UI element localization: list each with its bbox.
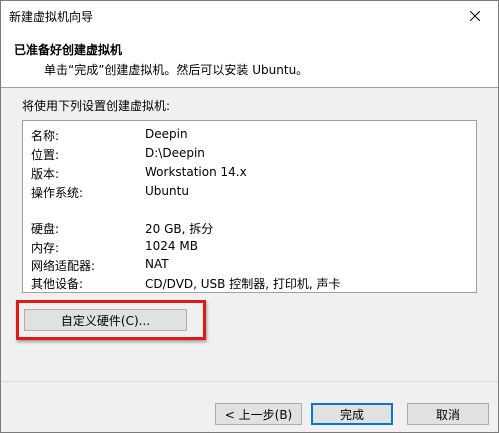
summary-key: 版本:: [31, 167, 60, 181]
summary-value: 1024 MB: [145, 239, 198, 253]
summary-value: NAT: [145, 257, 169, 271]
summary-key: 其他设备:: [31, 277, 84, 291]
summary-row-other-devices: 其他设备: CD/DVD, USB 控制器, 打印机, 声卡: [31, 275, 471, 293]
settings-summary-box: 名称: Deepin 位置: D:\Deepin 版本: Workstation…: [22, 120, 477, 293]
highlight-box: [16, 300, 206, 340]
summary-row-name: 名称: Deepin: [31, 127, 471, 145]
summary-row-network: 网络适配器: NAT: [31, 257, 471, 275]
close-button[interactable]: [452, 1, 498, 31]
summary-value: Ubuntu: [145, 184, 189, 198]
summary-row-version: 版本: Workstation 14.x: [31, 165, 471, 183]
summary-value: CD/DVD, USB 控制器, 打印机, 声卡: [145, 277, 341, 291]
header-subtitle: 单击“完成”创建虚拟机。然后可以安装 Ubuntu。: [44, 63, 309, 77]
header-title: 已准备好创建虚拟机: [14, 43, 123, 57]
summary-key: 网络适配器:: [31, 259, 96, 273]
window-title: 新建虚拟机向导: [9, 10, 94, 24]
wizard-window: 新建虚拟机向导 已准备好创建虚拟机 单击“完成”创建虚拟机。然后可以安装 Ubu…: [0, 0, 499, 433]
footer-divider: [1, 381, 498, 382]
intro-text: 将使用下列设置创建虚拟机:: [22, 99, 171, 113]
summary-key: 操作系统:: [31, 186, 84, 200]
summary-row-location: 位置: D:\Deepin: [31, 146, 471, 164]
summary-value: D:\Deepin: [145, 146, 205, 160]
close-icon: [470, 11, 480, 21]
back-button[interactable]: < 上一步(B): [215, 403, 302, 425]
cancel-button[interactable]: 取消: [407, 403, 489, 425]
summary-row-disk: 硬盘: 20 GB, 拆分: [31, 220, 471, 238]
title-bar: 新建虚拟机向导: [1, 1, 498, 31]
summary-row-memory: 内存: 1024 MB: [31, 239, 471, 257]
summary-value: 20 GB, 拆分: [145, 222, 214, 236]
summary-row-os: 操作系统: Ubuntu: [31, 184, 471, 202]
summary-value: Deepin: [145, 127, 188, 141]
summary-key: 名称:: [31, 129, 60, 143]
finish-button[interactable]: 完成: [311, 403, 393, 425]
summary-key: 硬盘:: [31, 222, 60, 236]
summary-value: Workstation 14.x: [145, 165, 247, 179]
summary-key: 内存:: [31, 241, 60, 255]
summary-key: 位置:: [31, 148, 60, 162]
wizard-header: 已准备好创建虚拟机 单击“完成”创建虚拟机。然后可以安装 Ubuntu。: [1, 31, 498, 88]
